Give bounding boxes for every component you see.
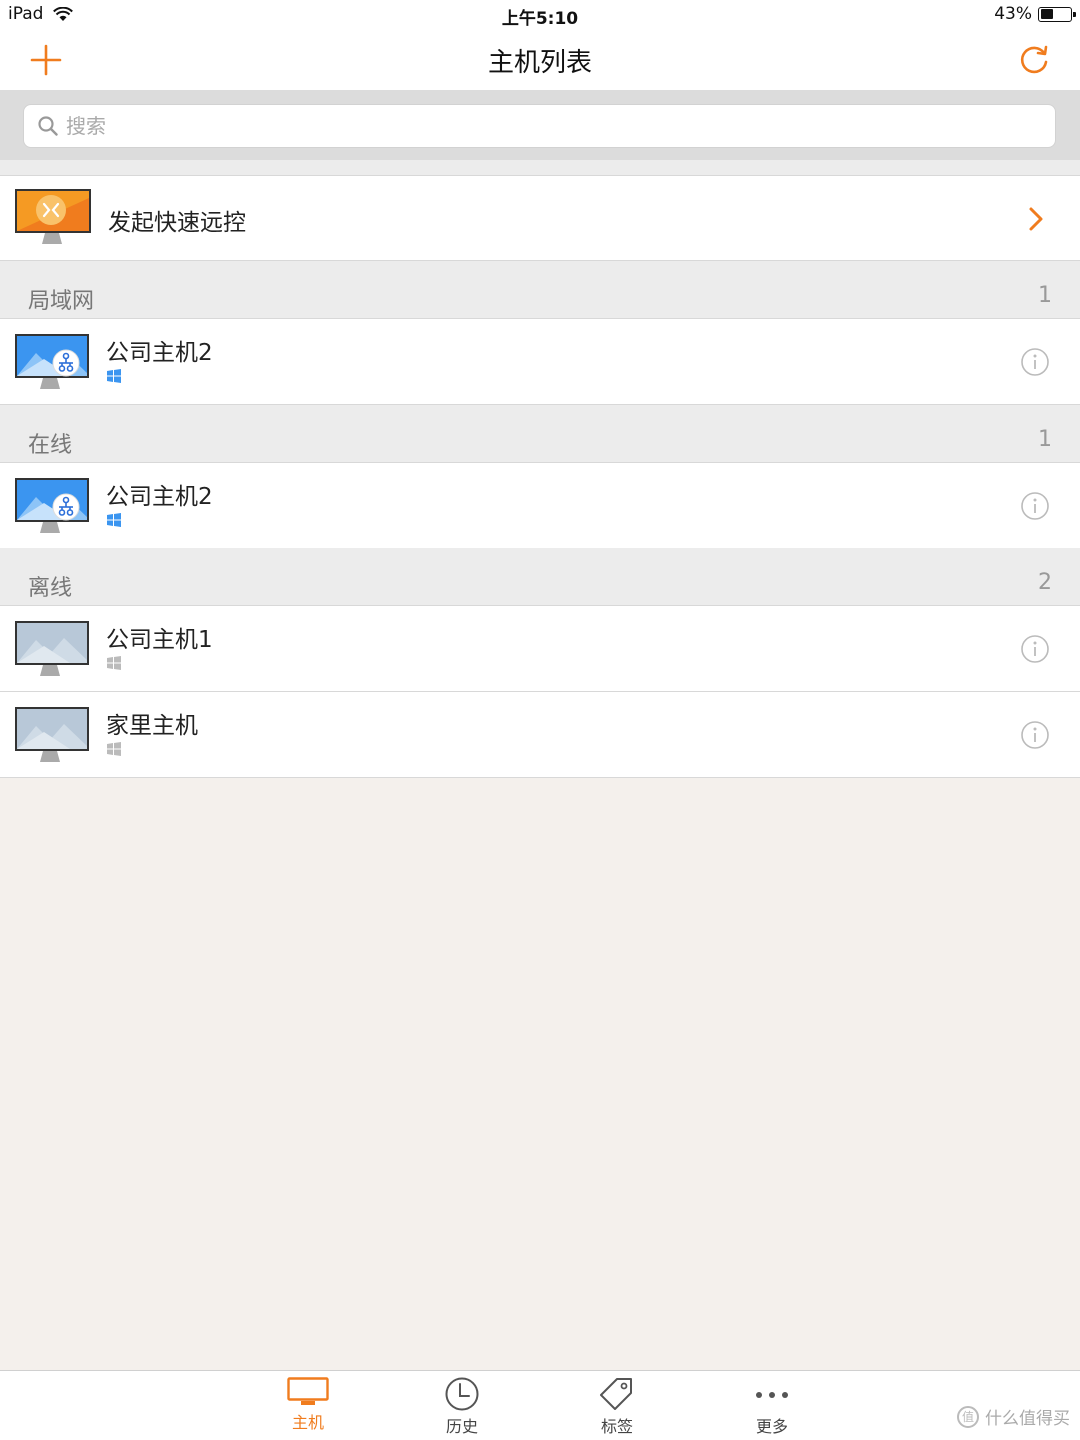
status-right: 43% <box>994 4 1076 24</box>
section-header-online: 在线 1 <box>0 405 1080 463</box>
windows-icon <box>107 513 121 527</box>
page-title: 主机列表 <box>487 48 592 78</box>
watermark: 值 什么值得买 <box>957 1404 1070 1429</box>
battery-percent: 43% <box>994 4 1032 24</box>
clock-icon <box>445 1377 479 1411</box>
info-icon[interactable] <box>1020 347 1050 377</box>
section-header-offline: 离线 2 <box>0 548 1080 606</box>
windows-icon <box>107 742 121 756</box>
host-row[interactable]: 家里主机 <box>0 692 1080 778</box>
section-title: 局域网 <box>28 289 95 314</box>
nav-bar: 主机列表 <box>0 30 1080 90</box>
search-input[interactable] <box>66 114 1026 138</box>
monitor-icon <box>287 1377 329 1405</box>
tag-icon <box>600 1378 632 1410</box>
section-count: 1 <box>1038 283 1052 308</box>
info-icon[interactable] <box>1020 634 1050 664</box>
tab-label: 主机 <box>291 1413 324 1432</box>
quick-remote-monitor-icon <box>15 189 91 244</box>
search-area <box>0 90 1080 160</box>
watermark-logo-icon: 值 <box>957 1405 979 1428</box>
watermark-text: 什么值得买 <box>985 1409 1070 1429</box>
host-name: 公司主机2 <box>106 484 213 510</box>
windows-icon <box>107 369 121 383</box>
lan-network-icon <box>52 493 80 521</box>
section-title: 在线 <box>28 433 73 458</box>
host-row[interactable]: 公司主机2 <box>0 319 1080 405</box>
tab-tags[interactable]: 标签 <box>562 1377 672 1437</box>
offline-monitor-icon <box>15 621 89 676</box>
tab-label: 更多 <box>755 1417 788 1436</box>
battery-icon <box>1038 6 1076 22</box>
lan-network-icon <box>52 349 80 377</box>
tab-label: 历史 <box>445 1417 478 1436</box>
tab-history[interactable]: 历史 <box>407 1377 517 1437</box>
offline-monitor-icon <box>15 707 89 762</box>
chevron-right-icon <box>1029 207 1043 231</box>
status-bar: iPad 上午5:10 43% <box>0 0 1080 30</box>
host-name: 公司主机2 <box>106 340 213 366</box>
status-time: 上午5:10 <box>501 9 579 29</box>
tab-bar: 主机 历史 标签 更多 <box>0 1370 1080 1440</box>
info-icon[interactable] <box>1020 491 1050 521</box>
refresh-icon[interactable] <box>1016 42 1052 78</box>
quick-remote-label: 发起快速远控 <box>108 210 246 236</box>
host-name: 家里主机 <box>106 713 198 739</box>
battery-fill <box>1040 9 1053 19</box>
host-row[interactable]: 公司主机1 <box>0 606 1080 692</box>
divider-gap <box>0 160 1080 175</box>
search-bar[interactable] <box>23 104 1056 148</box>
host-row[interactable]: 公司主机2 <box>0 463 1080 549</box>
section-header-lan: 局域网 1 <box>0 261 1080 319</box>
more-dots-icon <box>756 1392 788 1398</box>
search-icon <box>38 116 58 136</box>
windows-icon <box>107 656 121 670</box>
section-count: 2 <box>1038 570 1052 595</box>
tab-more[interactable]: 更多 <box>717 1377 827 1437</box>
quick-remote-row[interactable]: 发起快速远控 <box>0 175 1080 261</box>
tab-label: 标签 <box>600 1417 633 1436</box>
info-icon[interactable] <box>1020 720 1050 750</box>
host-name: 公司主机1 <box>106 627 213 653</box>
section-count: 1 <box>1038 427 1052 452</box>
section-title: 离线 <box>28 576 73 601</box>
tab-hosts[interactable]: 主机 <box>253 1377 363 1437</box>
